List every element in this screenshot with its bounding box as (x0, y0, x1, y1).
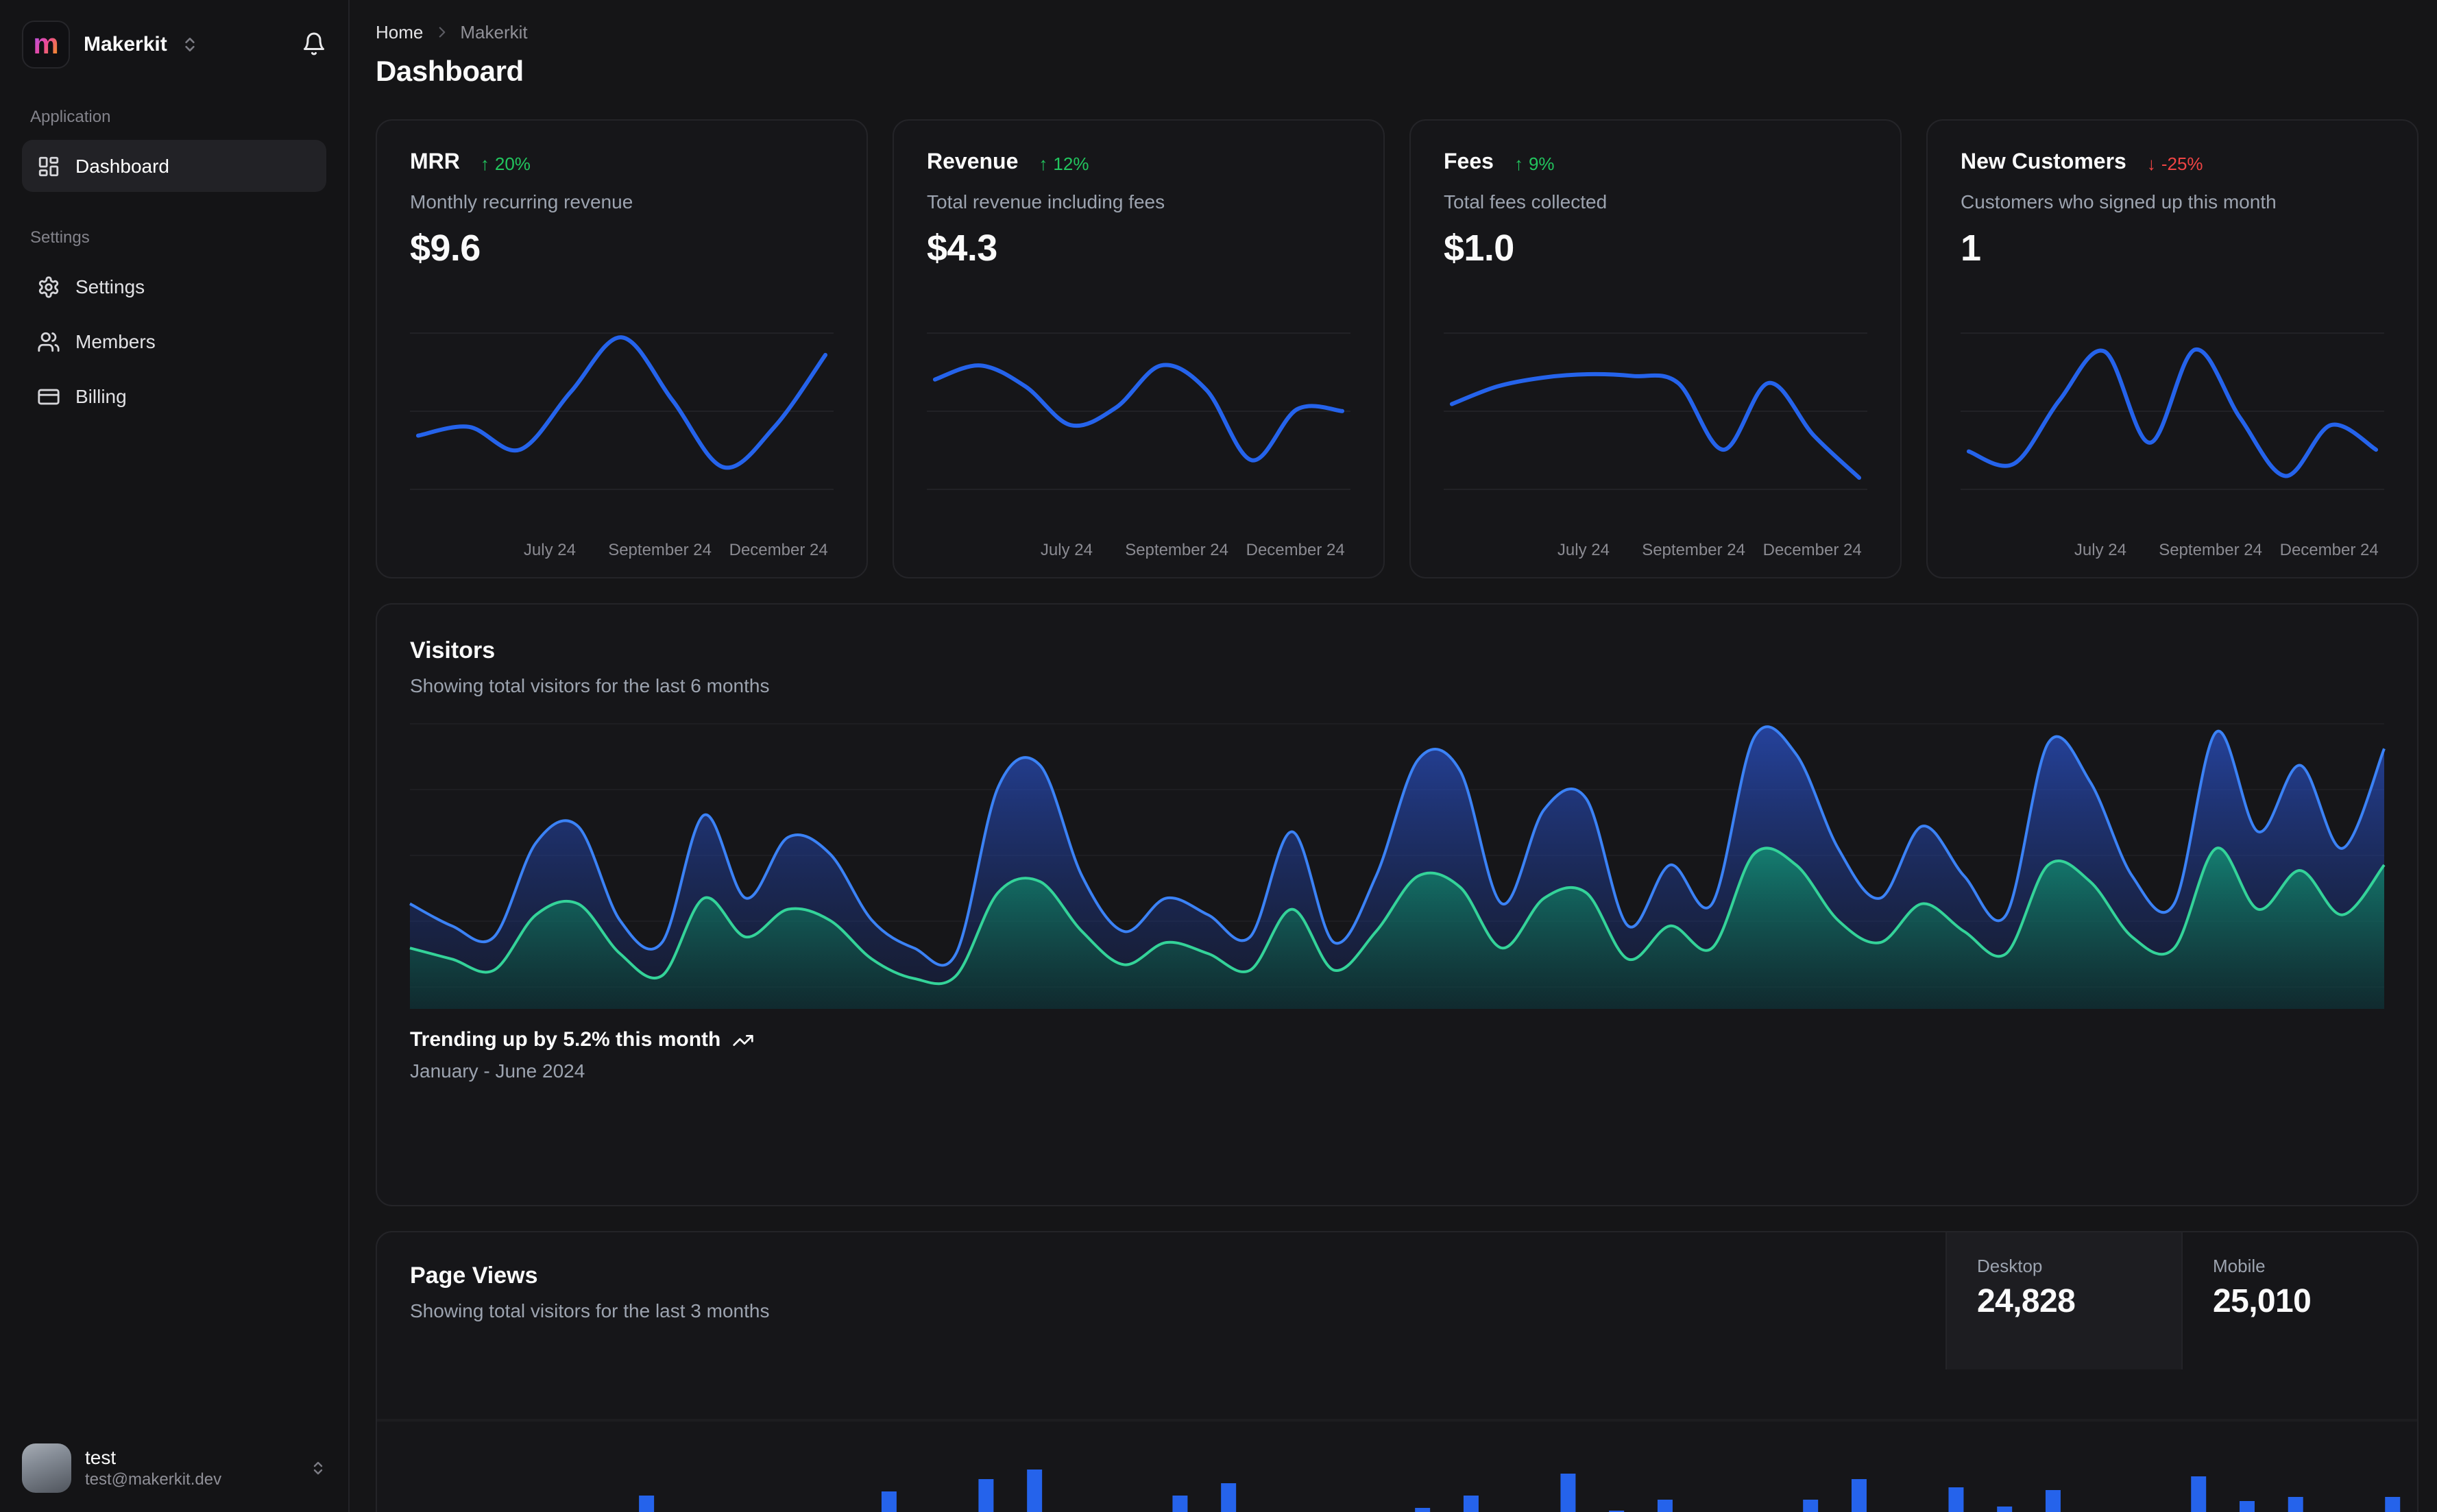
user-menu[interactable]: test test@makerkit.dev (22, 1443, 326, 1493)
new-customers-sparkline-chart (1961, 332, 2384, 490)
sidebar-item-billing[interactable]: Billing (22, 370, 326, 422)
stat-card-fees: Fees ↑ 9% Total fees collected $1.0 July … (1409, 119, 1902, 578)
trend-badge: ↑ 9% (1514, 153, 1555, 173)
app-window: m Makerkit Application Dashboard Setting… (0, 0, 2437, 1512)
page-views-subtitle: Showing total visitors for the last 3 mo… (410, 1300, 770, 1321)
page-views-card: Page Views Showing total visitors for th… (376, 1231, 2418, 1512)
breadcrumb: Home Makerkit (376, 19, 2418, 44)
mobile-label: Mobile (2213, 1256, 2266, 1276)
axis-tick: July 24 (523, 540, 576, 559)
breadcrumb-home-link[interactable]: Home (376, 21, 423, 42)
chevrons-up-down-icon (310, 1460, 326, 1476)
desktop-toggle[interactable]: Desktop 24,828 (1945, 1232, 2181, 1369)
sidebar-item-label: Dashboard (75, 155, 169, 177)
visitors-subtitle: Showing total visitors for the last 6 mo… (410, 674, 770, 696)
axis-tick: July 24 (1557, 540, 1610, 559)
stat-description: Customers who signed up this month (1961, 191, 2277, 212)
chevron-right-icon (433, 23, 450, 40)
sidebar-item-settings[interactable]: Settings (22, 260, 326, 313)
mrr-sparkline-chart (410, 332, 834, 490)
axis-tick: September 24 (1125, 540, 1228, 559)
section-label: Application (30, 107, 111, 126)
axis-tick: December 24 (2279, 540, 2379, 559)
stat-cards-row: MRR ↑ 20% Monthly recurring revenue $9.6 … (376, 119, 2418, 578)
visitors-title: Visitors (410, 637, 496, 663)
page-title: Dashboard (376, 56, 524, 88)
axis-tick: July 24 (1040, 540, 1093, 559)
stat-title: New Customers (1961, 151, 2126, 174)
user-name: test (85, 1446, 117, 1468)
section-label: Settings (30, 228, 90, 247)
axis-tick: July 24 (2074, 540, 2126, 559)
visitors-trend-text: Trending up by 5.2% this month (410, 1028, 721, 1051)
trend-up-icon: ↑ (1039, 153, 1048, 173)
stat-title: Fees (1444, 151, 1494, 174)
x-axis-labels: July 24 September 24 December 24 (1444, 540, 1867, 561)
user-email: test@makerkit.dev (85, 1470, 222, 1489)
makerkit-logo: m (22, 20, 70, 68)
axis-tick: September 24 (1642, 540, 1745, 559)
stat-value: 1 (1961, 228, 1981, 269)
page-views-toggles: Desktop 24,828 Mobile 25,010 (1945, 1232, 2417, 1369)
x-axis-labels: July 24 September 24 December 24 (1961, 540, 2384, 561)
trend-badge: ↓ -25% (2146, 153, 2203, 173)
trend-up-icon: ↑ (1514, 153, 1523, 173)
stat-card-revenue: Revenue ↑ 12% Total revenue including fee… (893, 119, 1385, 578)
sidebar-item-members[interactable]: Members (22, 315, 326, 367)
visitors-date-range: January - June 2024 (410, 1060, 585, 1082)
revenue-sparkline-chart (927, 332, 1350, 490)
axis-tick: September 24 (2159, 540, 2262, 559)
stat-value: $4.3 (927, 228, 997, 269)
stat-value: $1.0 (1444, 228, 1514, 269)
trend-up-icon: ↑ (480, 153, 489, 173)
sidebar: m Makerkit Application Dashboard Setting… (0, 0, 350, 1512)
main-content: Home Makerkit Dashboard MRR ↑ 20% Monthly… (351, 0, 2437, 1512)
trend-badge: ↑ 20% (480, 153, 531, 173)
chevrons-up-down-icon (181, 35, 199, 53)
workspace-selector[interactable]: m Makerkit (22, 16, 326, 71)
sidebar-item-label: Members (75, 330, 156, 352)
x-axis-labels: July 24 September 24 December 24 (927, 540, 1350, 561)
axis-tick: September 24 (608, 540, 712, 559)
stat-card-new-customers: New Customers ↓ -25% Customers who signed… (1926, 119, 2418, 578)
fees-sparkline-chart (1444, 332, 1867, 490)
trend-badge: ↑ 12% (1039, 153, 1089, 173)
axis-tick: December 24 (729, 540, 828, 559)
mobile-toggle[interactable]: Mobile 25,010 (2181, 1232, 2417, 1369)
workspace-name: Makerkit (84, 32, 167, 56)
sidebar-item-dashboard[interactable]: Dashboard (22, 140, 326, 192)
stat-title: MRR (410, 151, 460, 174)
page-views-title: Page Views (410, 1263, 538, 1289)
axis-tick: December 24 (1246, 540, 1345, 559)
notifications-bell-icon[interactable] (302, 32, 326, 56)
trend-down-icon: ↓ (2146, 153, 2156, 173)
dashboard-icon (37, 154, 60, 178)
visitors-card: Visitors Showing total visitors for the … (376, 603, 2418, 1206)
trending-up-icon (731, 1029, 753, 1051)
stat-value: $9.6 (410, 228, 481, 269)
logo-letter: m (33, 28, 59, 60)
gear-icon (37, 275, 60, 298)
sidebar-item-label: Settings (75, 276, 145, 297)
stat-title: Revenue (927, 151, 1019, 174)
stat-description: Monthly recurring revenue (410, 191, 633, 212)
desktop-label: Desktop (1977, 1256, 2043, 1276)
mobile-value: 25,010 (2213, 1283, 2312, 1320)
stat-description: Total fees collected (1444, 191, 1608, 212)
nav-section-application: Application Dashboard (22, 107, 326, 192)
page-views-bar-chart (377, 1419, 2417, 1512)
x-axis-labels: July 24 September 24 December 24 (410, 540, 834, 561)
axis-tick: December 24 (1762, 540, 1862, 559)
desktop-value: 24,828 (1977, 1283, 2076, 1320)
user-avatar (22, 1443, 71, 1493)
breadcrumb-current: Makerkit (460, 21, 528, 42)
stat-description: Total revenue including fees (927, 191, 1165, 212)
nav-section-settings: Settings Settings Members Billing (22, 228, 326, 422)
credit-card-icon (37, 385, 60, 408)
sidebar-item-label: Billing (75, 385, 127, 407)
visitors-area-chart (409, 723, 2386, 1009)
user-info: test test@makerkit.dev (85, 1446, 221, 1491)
users-icon (37, 330, 60, 353)
stat-card-mrr: MRR ↑ 20% Monthly recurring revenue $9.6 … (376, 119, 868, 578)
